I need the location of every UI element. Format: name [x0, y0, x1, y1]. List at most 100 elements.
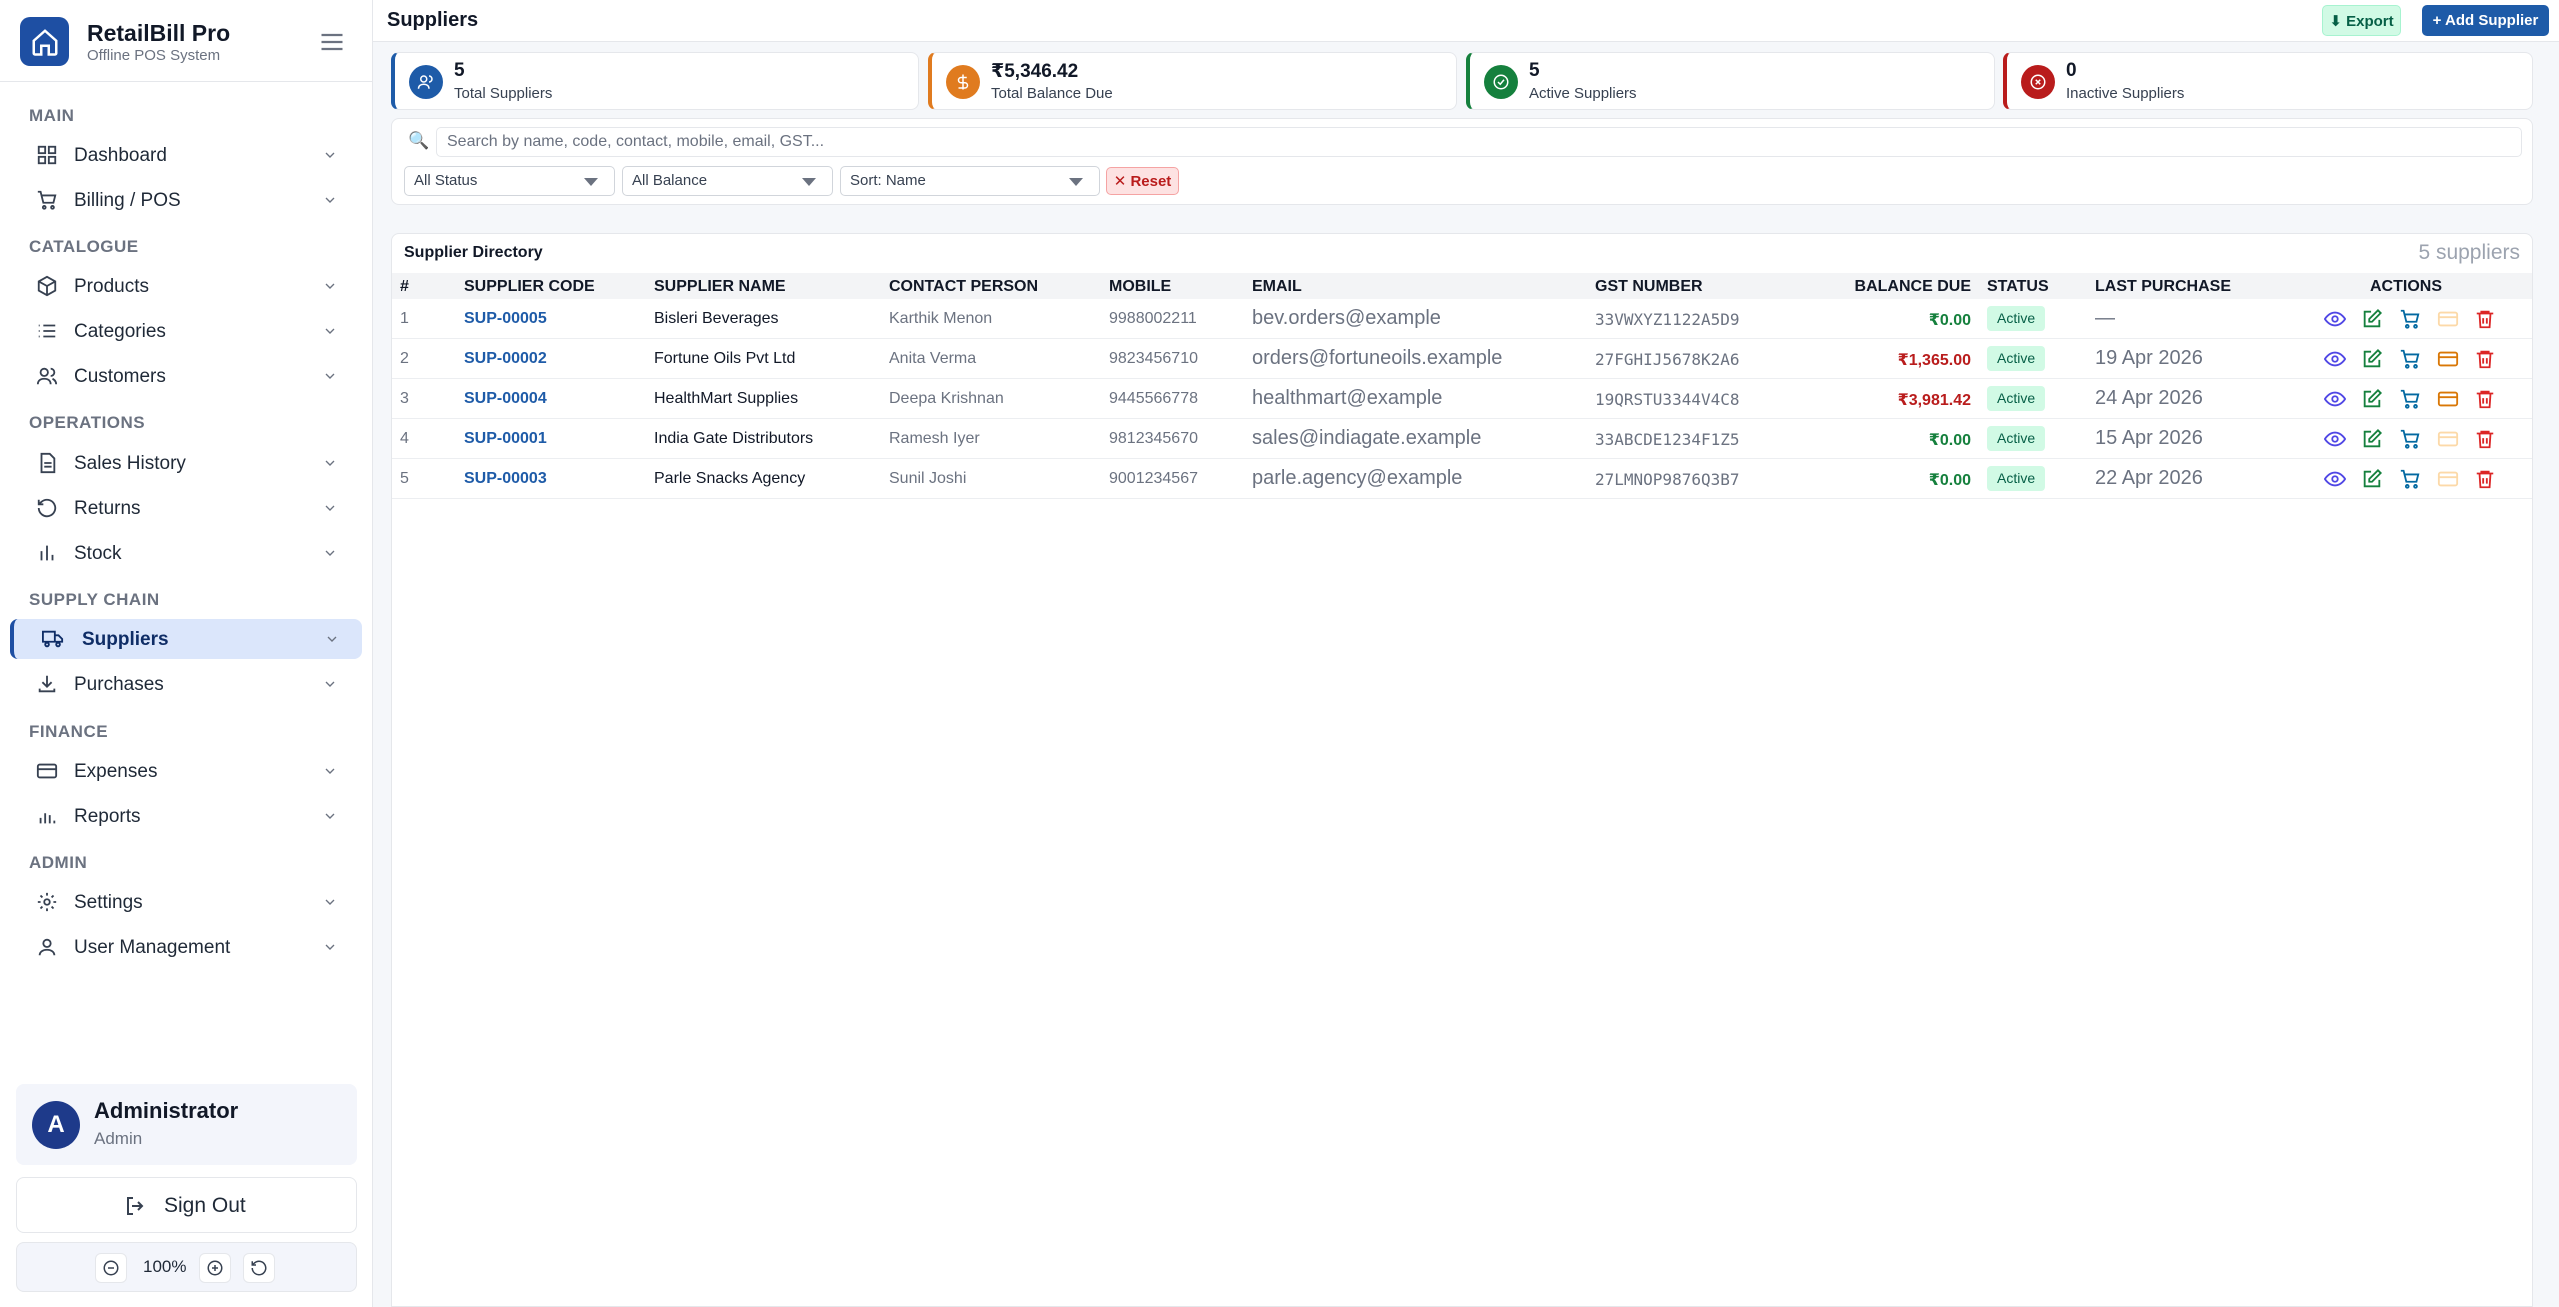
zoom-in-icon [207, 1260, 223, 1276]
sidebar-item-expenses[interactable]: Expenses [12, 751, 362, 791]
sidebar-item-settings[interactable]: Settings [12, 882, 362, 922]
zoom-out-button[interactable] [95, 1253, 127, 1283]
sidebar-item-categories[interactable]: Categories [12, 311, 362, 351]
bar-chart-icon [40, 545, 54, 561]
col-status[interactable]: STATUS [1987, 278, 2049, 296]
col-balance[interactable]: BALANCE DUE [1855, 278, 1971, 296]
sign-out-button[interactable]: Sign Out [16, 1177, 357, 1233]
export-button[interactable]: ⬇ Export [2322, 5, 2401, 36]
edit-icon[interactable] [2361, 428, 2383, 450]
table-row[interactable]: 3 SUP-00004 HealthMart Supplies Deepa Krish… [392, 379, 2532, 419]
status-filter-select[interactable]: All Status [404, 166, 615, 196]
sidebar-item-dashboard[interactable]: Dashboard [12, 135, 362, 175]
col-mobile[interactable]: MOBILE [1109, 278, 1171, 296]
status-filter-value: All Status [414, 172, 478, 189]
sidebar-item-label: Returns [74, 498, 141, 519]
mobile: 9001234567 [1109, 470, 1198, 487]
sidebar-item-returns[interactable]: Returns [12, 488, 362, 528]
col-last-purchase[interactable]: LAST PURCHASE [2095, 278, 2231, 296]
row-actions [2323, 468, 2504, 490]
view-icon[interactable] [2323, 388, 2347, 410]
chevron-down-icon [325, 373, 335, 379]
balance-filter-value: All Balance [632, 172, 708, 189]
edit-icon[interactable] [2361, 308, 2383, 330]
chevron-down-icon [325, 944, 335, 950]
delete-icon[interactable] [2474, 308, 2496, 330]
sign-out-label: Sign Out [164, 1194, 246, 1217]
edit-icon[interactable] [2361, 348, 2383, 370]
view-icon[interactable] [2323, 428, 2347, 450]
row-number: 1 [400, 310, 409, 327]
sidebar-item-label: User Management [74, 937, 231, 958]
balance-due: ₹0.00 [1928, 432, 1971, 449]
status-badge: Active [1987, 426, 2046, 451]
supplier-code-link[interactable]: SUP-00004 [464, 390, 547, 408]
supplier-code-link[interactable]: SUP-00002 [464, 350, 547, 368]
contact-person: Anita Verma [889, 350, 977, 367]
sidebar-item-sales-history[interactable]: Sales History [12, 443, 362, 483]
purchase-cart-icon[interactable] [2399, 308, 2421, 330]
sidebar-item-billing[interactable]: Billing / POS [12, 180, 362, 220]
table-row[interactable]: 1 SUP-00005 Bisleri Beverages Karthik Menon… [392, 299, 2532, 339]
col-name[interactable]: SUPPLIER NAME [654, 278, 786, 296]
edit-icon[interactable] [2361, 388, 2383, 410]
sort-select[interactable]: Sort: Name [840, 166, 1100, 196]
supplier-code-link[interactable]: SUP-00003 [464, 470, 547, 488]
gst-number: 33VWXYZ1122A5D9 [1595, 310, 1740, 329]
sidebar-item-suppliers[interactable]: Suppliers [10, 619, 362, 659]
col-gst[interactable]: GST NUMBER [1595, 278, 1703, 296]
balance-due: ₹0.00 [1928, 312, 1971, 329]
delete-icon[interactable] [2474, 388, 2496, 410]
col-email[interactable]: EMAIL [1252, 278, 1302, 296]
caret-down-icon [802, 178, 816, 186]
col-code[interactable]: SUPPLIER CODE [464, 278, 595, 296]
supplier-code-link[interactable]: SUP-00005 [464, 310, 547, 328]
stat-total-suppliers: 5 Total Suppliers [391, 52, 919, 110]
download-icon [38, 675, 56, 693]
table-row[interactable]: 4 SUP-00001 India Gate Distributors Ramesh … [392, 419, 2532, 459]
view-icon[interactable] [2323, 468, 2347, 490]
stat-total-balance-due: ₹5,346.42 Total Balance Due [928, 52, 1457, 110]
supplier-name: Parle Snacks Agency [654, 470, 806, 487]
gear-icon [37, 892, 57, 912]
sort-value: Sort: Name [850, 172, 926, 189]
col-contact[interactable]: CONTACT PERSON [889, 278, 1038, 296]
home-logo-icon[interactable] [20, 17, 69, 66]
dollar-icon [946, 65, 980, 99]
logout-icon [127, 1197, 144, 1215]
view-icon[interactable] [2323, 308, 2347, 330]
purchase-cart-icon[interactable] [2399, 388, 2421, 410]
sidebar-item-purchases[interactable]: Purchases [12, 664, 362, 704]
sidebar-item-label: Customers [74, 366, 166, 387]
payment-card-icon[interactable] [2437, 388, 2459, 410]
sidebar-item-stock[interactable]: Stock [12, 533, 362, 573]
avatar: A [32, 1101, 80, 1149]
reset-button[interactable]: ✕ Reset [1106, 167, 1179, 195]
delete-icon[interactable] [2474, 348, 2496, 370]
delete-icon[interactable] [2474, 428, 2496, 450]
search-input[interactable] [436, 127, 2522, 157]
delete-icon[interactable] [2474, 468, 2496, 490]
purchase-cart-icon[interactable] [2399, 348, 2421, 370]
purchase-cart-icon[interactable] [2399, 428, 2421, 450]
sidebar-item-customers[interactable]: Customers [12, 356, 362, 396]
last-purchase: — [2095, 307, 2115, 329]
stat-value: 5 [1529, 60, 1540, 81]
menu-toggle-icon[interactable] [318, 28, 346, 56]
zoom-in-button[interactable] [199, 1253, 231, 1283]
row-number: 3 [400, 390, 409, 407]
balance-filter-select[interactable]: All Balance [622, 166, 833, 196]
table-row[interactable]: 5 SUP-00003 Parle Snacks Agency Sunil Joshi… [392, 459, 2532, 499]
edit-icon[interactable] [2361, 468, 2383, 490]
purchase-cart-icon[interactable] [2399, 468, 2421, 490]
sidebar-item-user-management[interactable]: User Management [12, 927, 362, 967]
sidebar-item-reports[interactable]: Reports [12, 796, 362, 836]
supplier-code-link[interactable]: SUP-00001 [464, 430, 547, 448]
table-row[interactable]: 2 SUP-00002 Fortune Oils Pvt Ltd Anita Verm… [392, 339, 2532, 379]
zoom-reset-button[interactable] [243, 1253, 275, 1283]
payment-card-icon[interactable] [2437, 348, 2459, 370]
row-number: 5 [400, 470, 409, 487]
add-supplier-button[interactable]: + Add Supplier [2422, 5, 2549, 36]
sidebar-item-products[interactable]: Products [12, 266, 362, 306]
view-icon[interactable] [2323, 348, 2347, 370]
